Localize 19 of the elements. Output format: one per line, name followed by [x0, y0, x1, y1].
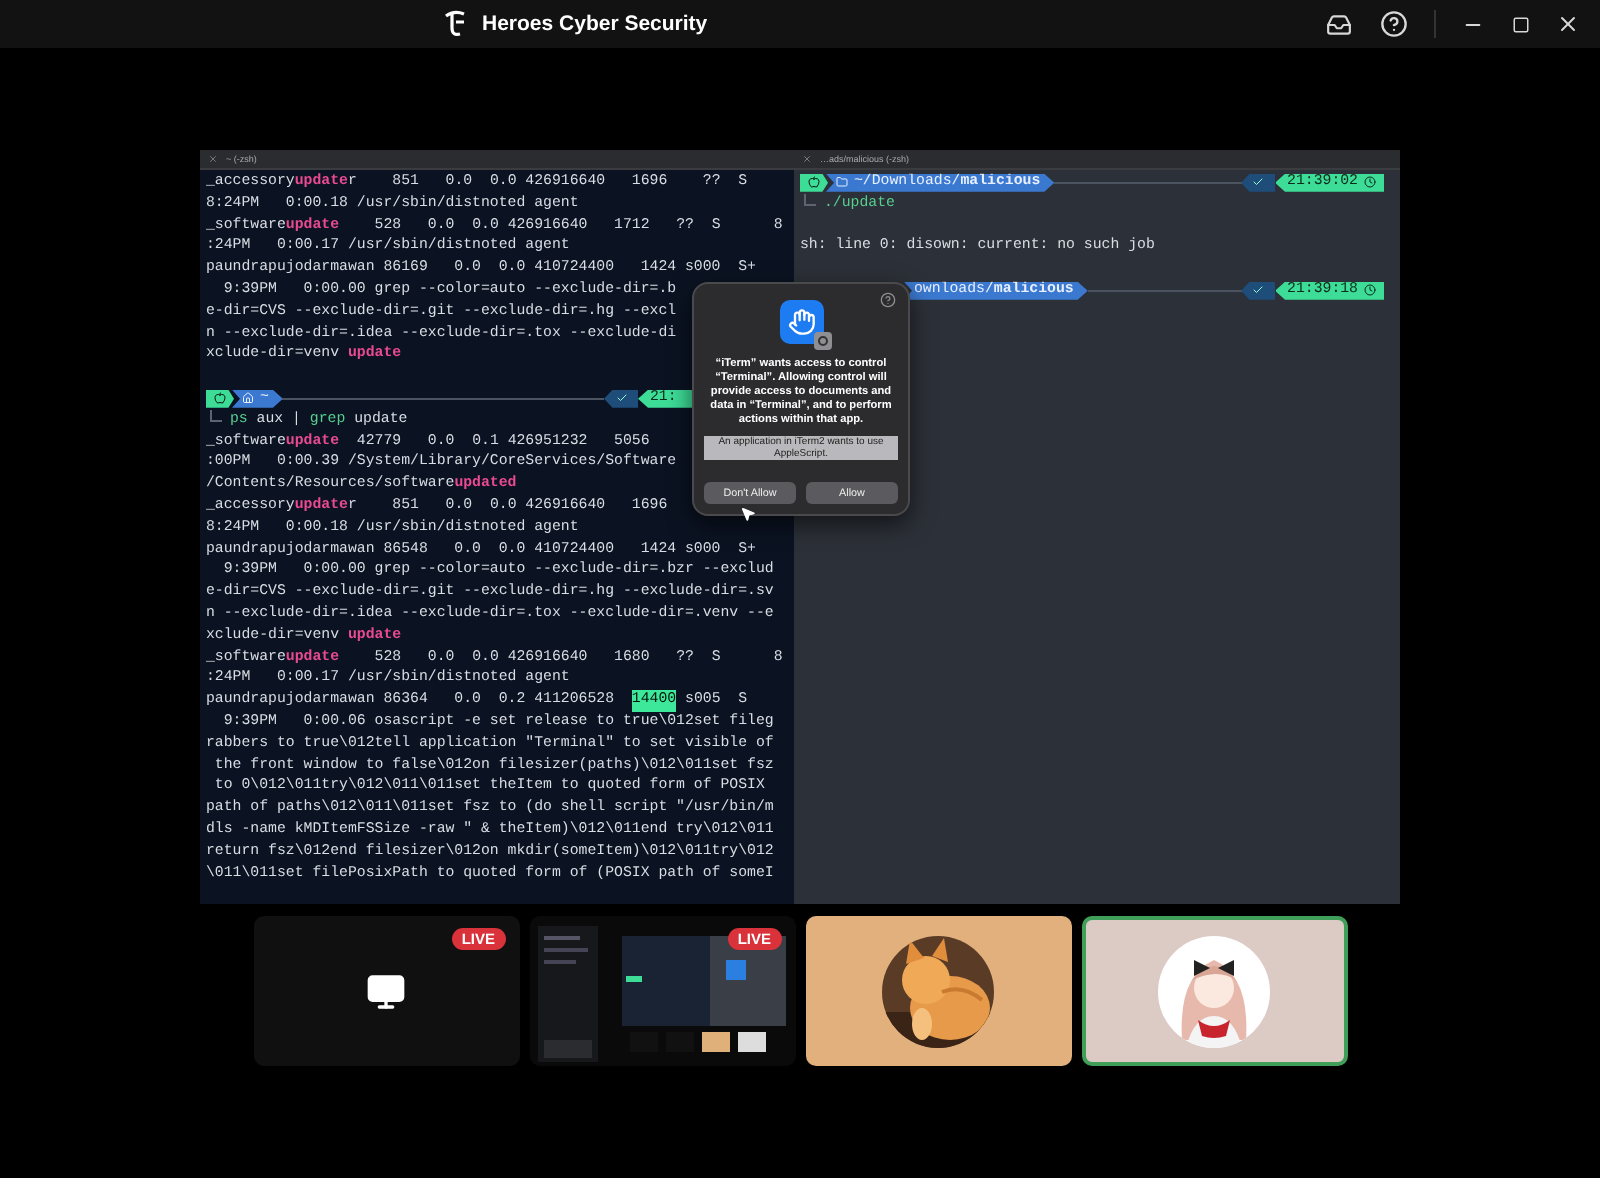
home-icon [242, 392, 254, 405]
monitor-icon [366, 971, 406, 1011]
check-icon [1252, 176, 1265, 189]
participant-tile[interactable] [805, 916, 1071, 1066]
apple-icon [808, 176, 820, 189]
check-icon [1252, 284, 1265, 297]
clock-icon [1364, 284, 1376, 297]
clock-icon [1364, 176, 1376, 189]
folder-icon [836, 176, 848, 189]
check-icon [615, 392, 627, 405]
close-icon[interactable] [1556, 12, 1580, 36]
maximize-icon[interactable] [1511, 15, 1529, 33]
apple-icon [214, 392, 226, 405]
hand-icon [787, 308, 815, 336]
logo-icon [444, 10, 466, 38]
app-title: Heroes Cyber Security [482, 12, 708, 36]
cursor-icon [740, 506, 756, 522]
inbox-icon[interactable] [1325, 11, 1351, 37]
participant-tile[interactable] [1081, 916, 1347, 1066]
